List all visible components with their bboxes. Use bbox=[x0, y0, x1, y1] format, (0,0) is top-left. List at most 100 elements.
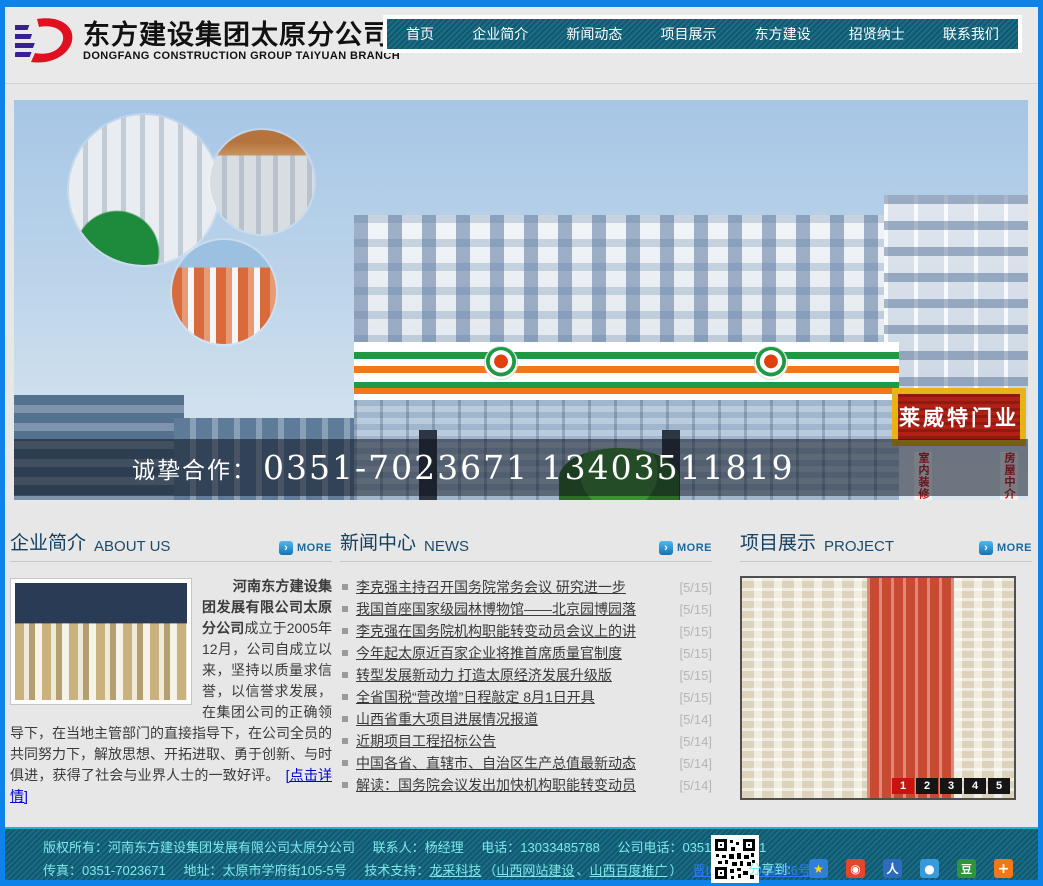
logo-text: 东方建设集团太原分公司 DONGFANG CONSTRUCTION GROUP … bbox=[83, 20, 400, 62]
news-title-cn: 新闻中心 bbox=[340, 528, 416, 555]
share-more-icon[interactable]: + bbox=[994, 859, 1013, 878]
news-date: [5/15] bbox=[679, 602, 712, 617]
logo-title-en: DONGFANG CONSTRUCTION GROUP TAIYUAN BRAN… bbox=[83, 50, 400, 62]
news-date: [5/15] bbox=[679, 624, 712, 639]
footer-fax: 传真：0351-7023671 bbox=[43, 863, 166, 878]
footer: 版权所有：河南东方建设集团发展有限公司太原分公司 联系人：杨经理 电话：1303… bbox=[5, 827, 1038, 880]
logo-title-cn: 东方建设集团太原分公司 bbox=[83, 20, 400, 50]
news-link[interactable]: 山西省重大项目进展情况报道 bbox=[356, 709, 538, 729]
site-build-link[interactable]: 山西网站建设 bbox=[496, 863, 574, 878]
baidu-promo-link[interactable]: 山西百度推广 bbox=[589, 863, 667, 878]
news-more-button[interactable]: › MORE bbox=[659, 541, 712, 555]
project-section: 项目展示 PROJECT › MORE 1 2 3 4 5 bbox=[740, 532, 1032, 800]
news-date: [5/14] bbox=[679, 756, 712, 771]
hero-contact-strip: 诚挚合作： 0351-7023671 13403511819 bbox=[14, 439, 1028, 496]
page-button-4[interactable]: 4 bbox=[964, 778, 986, 794]
footer-support-label: 技术支持： bbox=[364, 863, 429, 878]
nav-item-news[interactable]: 新闻动态 bbox=[560, 24, 628, 44]
news-item: 李克强在国务院机构职能转变动员会议上的讲 [5/15] bbox=[340, 620, 712, 642]
project-photo[interactable] bbox=[742, 578, 1014, 798]
news-date: [5/14] bbox=[679, 778, 712, 793]
project-slider: 1 2 3 4 5 bbox=[740, 576, 1016, 800]
douban-icon[interactable]: 豆 bbox=[957, 859, 976, 878]
bullet-icon bbox=[342, 606, 348, 612]
news-link[interactable]: 中国各省、直辖市、自治区生产总值最新动态 bbox=[356, 753, 636, 773]
more-arrow-icon: › bbox=[659, 541, 673, 555]
page-button-5[interactable]: 5 bbox=[988, 778, 1010, 794]
hero-building-right bbox=[884, 195, 1028, 390]
share-label: 分享到: bbox=[748, 859, 791, 878]
news-link[interactable]: 全省国税“营改增”日程敲定 8月1日开具 bbox=[356, 687, 595, 707]
news-link[interactable]: 解读：国务院会议发出加快机构职能转变动员 bbox=[356, 775, 636, 795]
news-date: [5/15] bbox=[679, 580, 712, 595]
support-link[interactable]: 龙采科技 bbox=[429, 863, 481, 878]
news-date: [5/14] bbox=[679, 712, 712, 727]
hero-phone-numbers: 0351-7023671 13403511819 bbox=[263, 448, 795, 487]
exhibition-photo bbox=[15, 583, 187, 700]
news-date: [5/15] bbox=[679, 690, 712, 705]
page: 东方建设集团太原分公司 DONGFANG CONSTRUCTION GROUP … bbox=[5, 7, 1038, 880]
more-arrow-icon: › bbox=[279, 541, 293, 555]
sina-weibo-icon[interactable]: ◉ bbox=[846, 859, 865, 878]
bullet-icon bbox=[342, 628, 348, 634]
news-item: 解读：国务院会议发出加快机构职能转变动员 [5/14] bbox=[340, 774, 712, 796]
content-columns: 企业简介 ABOUT US › MORE 河南东方建设集团发展有限公司太原分公司… bbox=[5, 532, 1038, 827]
page-button-2[interactable]: 2 bbox=[916, 778, 938, 794]
hero-building-main bbox=[354, 215, 899, 350]
nav-item-about[interactable]: 企业简介 bbox=[466, 24, 534, 44]
news-item: 近期项目工程招标公告 [5/14] bbox=[340, 730, 712, 752]
bullet-icon bbox=[342, 782, 348, 788]
circle-inset-photo-1 bbox=[69, 115, 219, 265]
news-item: 山西省重大项目进展情况报道 [5/14] bbox=[340, 708, 712, 730]
news-link[interactable]: 近期项目工程招标公告 bbox=[356, 731, 496, 751]
news-list: 李克强主持召开国务院常务会议 研究进一步 [5/15] 我国首座国家级园林博物馆—… bbox=[340, 576, 712, 796]
news-link[interactable]: 李克强主持召开国务院常务会议 研究进一步 bbox=[356, 577, 626, 597]
project-title-en: PROJECT bbox=[824, 538, 894, 555]
bullet-icon bbox=[342, 716, 348, 722]
header: 东方建设集团太原分公司 DONGFANG CONSTRUCTION GROUP … bbox=[5, 7, 1038, 84]
nav-item-jobs[interactable]: 招贤纳士 bbox=[843, 24, 911, 44]
tencent-weibo-icon[interactable]: ● bbox=[920, 859, 939, 878]
footer-address: 地址：太原市学府街105-5号 bbox=[183, 863, 346, 878]
news-item: 转型发展新动力 打造太原经济发展升级版[5/15] bbox=[340, 664, 712, 686]
news-date: [5/14] bbox=[679, 734, 712, 749]
news-link[interactable]: 转型发展新动力 打造太原经济发展升级版 bbox=[356, 665, 612, 685]
hero-slogan: 诚挚合作： bbox=[132, 451, 257, 485]
bullet-icon bbox=[342, 694, 348, 700]
about-more-button[interactable]: › MORE bbox=[279, 541, 332, 555]
news-link[interactable]: 今年起太原近百家企业将推首席质量官制度 bbox=[356, 643, 622, 663]
nav-item-dongfang[interactable]: 东方建设 bbox=[749, 24, 817, 44]
bullet-icon bbox=[342, 584, 348, 590]
footer-copyright: 版权所有：河南东方建设集团发展有限公司太原分公司 bbox=[43, 840, 355, 855]
qzone-icon[interactable]: ★ bbox=[809, 859, 828, 878]
footer-tel: 电话：13033485788 bbox=[481, 840, 600, 855]
project-title-cn: 项目展示 bbox=[740, 528, 816, 555]
renren-icon[interactable]: 人 bbox=[883, 859, 902, 878]
project-more-button[interactable]: › MORE bbox=[979, 541, 1032, 555]
company-logo: 东方建设集团太原分公司 DONGFANG CONSTRUCTION GROUP … bbox=[15, 15, 400, 67]
page-button-3[interactable]: 3 bbox=[940, 778, 962, 794]
news-header: 新闻中心 NEWS › MORE bbox=[340, 532, 712, 562]
share-bar: 分享到: ★ ◉ 人 ● 豆 + bbox=[748, 859, 1027, 878]
about-photo bbox=[10, 578, 192, 705]
bullet-icon bbox=[342, 650, 348, 656]
hero-store-awning bbox=[354, 342, 899, 400]
nav-item-projects[interactable]: 项目展示 bbox=[654, 24, 722, 44]
bullet-icon bbox=[342, 738, 348, 744]
about-title-en: ABOUT US bbox=[94, 538, 170, 555]
about-title-cn: 企业简介 bbox=[10, 528, 86, 555]
page-button-1[interactable]: 1 bbox=[892, 778, 914, 794]
news-link[interactable]: 李克强在国务院机构职能转变动员会议上的讲 bbox=[356, 621, 636, 641]
bullet-icon bbox=[342, 672, 348, 678]
nav-item-contact[interactable]: 联系我们 bbox=[937, 24, 1005, 44]
project-header: 项目展示 PROJECT › MORE bbox=[740, 532, 1032, 562]
news-item: 中国各省、直辖市、自治区生产总值最新动态 [5/14] bbox=[340, 752, 712, 774]
store-logo-icon bbox=[754, 346, 788, 380]
news-item: 我国首座国家级园林博物馆——北京园博园落 [5/15] bbox=[340, 598, 712, 620]
logo-mark-icon bbox=[15, 15, 77, 67]
store-logo-icon bbox=[484, 346, 518, 380]
news-link[interactable]: 我国首座国家级园林博物馆——北京园博园落 bbox=[356, 599, 636, 619]
hero-banner: 莱威特门业 室内装修 房屋中介 诚挚合作： 0351-7023671 13403… bbox=[14, 100, 1028, 500]
nav-item-home[interactable]: 首页 bbox=[400, 24, 440, 44]
circle-inset-photo-2 bbox=[210, 130, 314, 234]
